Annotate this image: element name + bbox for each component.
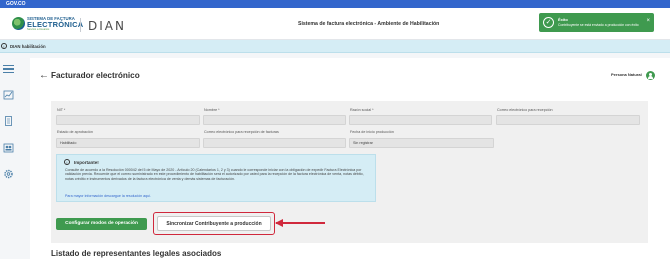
estado-field[interactable]: Habilitado [56, 138, 200, 148]
close-icon[interactable]: × [646, 18, 650, 24]
chart-icon[interactable] [3, 90, 14, 100]
persona-label: Persona Natural [611, 72, 642, 77]
check-icon: ✓ [543, 17, 554, 28]
nombre-label: Nombre * [204, 108, 220, 112]
avatar-icon[interactable] [646, 71, 655, 80]
back-arrow-icon[interactable]: ← [39, 70, 49, 81]
razon-social-label: Razón social * [350, 108, 374, 112]
nit-label: NIT * [57, 108, 66, 112]
configurar-modos-button[interactable]: Configurar modos de operación [56, 218, 147, 230]
page-title: Facturador electrónico [51, 71, 140, 80]
important-notice: i Importante! Consulte de acuerdo a la R… [56, 154, 376, 202]
sincronizar-produccion-button[interactable]: Sincronizar Contribuyente a producción [157, 216, 271, 231]
sidebar [0, 53, 17, 259]
correo-facturas-label: Correo electrónico para recepción de fac… [204, 130, 279, 134]
logo-line3: Servicio a Usuarios [27, 28, 50, 31]
correo-recepcion-field[interactable] [496, 115, 640, 125]
fecha-produccion-label: Fecha de inicio producción [350, 130, 394, 134]
gov-bar: GOV.CO [0, 0, 670, 8]
section-title: Listado de representantes legales asocia… [51, 249, 222, 258]
toast-title: Éxito [558, 17, 568, 22]
info-icon: i [1, 43, 7, 49]
annotation-arrow-line [276, 222, 325, 224]
dian-logo[interactable]: DIAN [88, 19, 126, 33]
success-toast: ✓ Éxito Contribuyente se está enviado a … [539, 13, 654, 32]
document-icon[interactable] [3, 116, 14, 126]
correo-recepcion-label: Correo electrónico para recepción [497, 108, 553, 112]
header-title: Sistema de factura electrónica - Ambient… [298, 21, 440, 27]
habilitacion-label: DIAN habilitación [10, 43, 46, 49]
habilitacion-bar: i DIAN habilitación [0, 40, 670, 53]
users-icon[interactable] [3, 143, 14, 153]
correo-facturas-field[interactable] [203, 138, 346, 148]
resolution-link[interactable]: Para mayor información descargue la reso… [65, 194, 151, 198]
toast-message: Contribuyente se está enviado a producci… [558, 23, 639, 27]
factura-electronica-logo[interactable]: SISTEMA DE FACTURA ELECTRÓNICA Servicio … [12, 16, 83, 32]
razon-social-field[interactable] [349, 115, 492, 125]
settings-icon[interactable] [3, 169, 14, 179]
logo-divider [80, 18, 81, 32]
estado-label: Estado de aprobación [57, 130, 93, 134]
estado-value: Habilitado [60, 141, 77, 145]
fecha-produccion-field[interactable]: Sin registrar [349, 138, 494, 148]
fecha-produccion-value: Sin registrar [353, 141, 373, 145]
annotation-arrow-icon [275, 219, 283, 227]
menu-icon[interactable] [3, 65, 14, 73]
notice-body: Consulte de acuerdo a la Resolución 0000… [65, 168, 364, 181]
notice-title: Importante! [74, 159, 99, 165]
nombre-field[interactable] [203, 115, 346, 125]
nit-field[interactable] [56, 115, 200, 125]
info-icon: i [64, 159, 70, 165]
gov-label: GOV.CO [6, 1, 26, 7]
logo-mark-icon [12, 17, 25, 30]
